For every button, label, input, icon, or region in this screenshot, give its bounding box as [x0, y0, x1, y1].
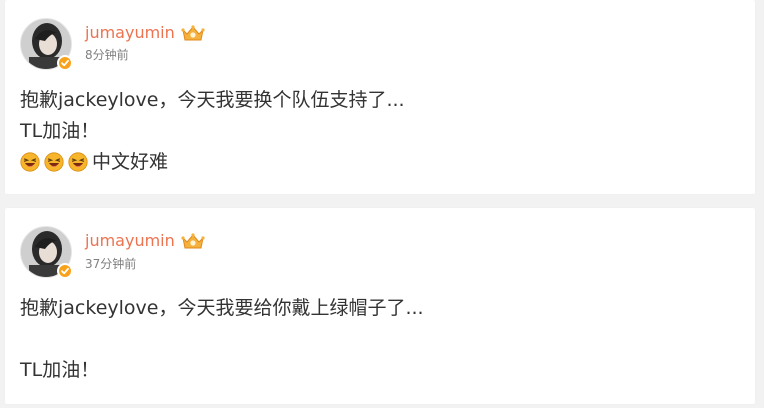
username-link[interactable]: jumayumin	[85, 22, 175, 44]
post-emoji-line: 中文好难	[20, 149, 168, 175]
laughing-face-icon	[68, 152, 88, 172]
post-text-line: 抱歉jackeylove，今天我要换个队伍支持了...	[20, 89, 405, 111]
post-text-emoji-suffix: 中文好难	[92, 151, 169, 173]
post-text-line: TL加油！	[20, 120, 100, 142]
post-card: jumayumin 8分钟前 抱歉jackeylove，今天我要换个队伍支持了.…	[5, 0, 755, 194]
post-timestamp[interactable]: 8分钟前	[85, 47, 129, 63]
username-row: jumayumin	[85, 230, 206, 252]
verified-badge-icon	[57, 55, 73, 71]
laughing-face-icon	[20, 152, 40, 172]
post-card: jumayumin 37分钟前 抱歉jackeylove，今天我要给你戴上绿帽子…	[5, 208, 755, 404]
vip-crown-icon[interactable]	[180, 24, 206, 42]
username-row: jumayumin	[85, 22, 206, 44]
verified-badge-icon	[57, 263, 73, 279]
laughing-face-icon	[44, 152, 64, 172]
post-text-line: TL加油！	[20, 359, 100, 381]
vip-crown-icon[interactable]	[180, 232, 206, 250]
avatar[interactable]	[20, 18, 73, 71]
username-link[interactable]: jumayumin	[85, 230, 175, 252]
post-text-line: 抱歉jackeylove，今天我要给你戴上绿帽子了...	[20, 297, 424, 319]
avatar[interactable]	[20, 226, 73, 279]
post-timestamp[interactable]: 37分钟前	[85, 256, 136, 272]
